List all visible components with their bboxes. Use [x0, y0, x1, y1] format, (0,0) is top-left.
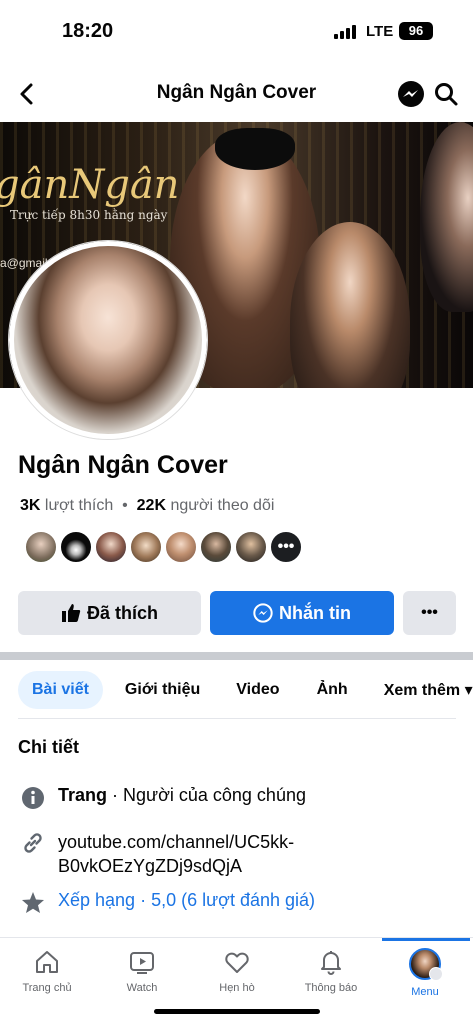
home-indicator	[154, 1009, 320, 1014]
friend-avatar[interactable]	[24, 530, 58, 564]
nav-watch[interactable]: Watch	[95, 948, 189, 994]
section-divider	[0, 652, 473, 660]
nav-home-label: Trang chủ	[22, 982, 72, 994]
info-icon	[22, 787, 44, 809]
friend-avatar[interactable]	[164, 530, 198, 564]
stats-separator: •	[117, 497, 133, 514]
dating-heart-icon	[225, 952, 249, 973]
message-label: Nhắn tin	[279, 602, 351, 623]
search-icon[interactable]	[433, 81, 459, 107]
top-header: Ngân Ngân Cover	[0, 74, 473, 114]
tab-photos[interactable]: Ảnh	[317, 671, 348, 709]
profile-tabs: Bài viết Giới thiệu Video Ảnh Xem thêm ▾	[18, 670, 473, 710]
battery-icon: 96	[399, 22, 433, 40]
friend-avatar[interactable]	[234, 530, 268, 564]
friend-avatar[interactable]	[94, 530, 128, 564]
category-type: Trang	[58, 785, 108, 805]
page-stats[interactable]: 3K lượt thích • 22K người theo dõi	[20, 497, 274, 515]
followers-count: 22K	[136, 497, 167, 514]
likes-count: 3K	[20, 497, 41, 514]
followers-label: người theo dõi	[170, 497, 275, 514]
nav-menu-label: Menu	[411, 986, 439, 998]
nav-dating[interactable]: Hẹn hò	[190, 948, 284, 994]
channel-link[interactable]: youtube.com/channel/UC5kk-B0vkOEzYgZDj9s…	[58, 830, 388, 878]
status-time: 18:20	[62, 20, 114, 42]
tab-see-more[interactable]: Xem thêm ▾	[384, 671, 473, 709]
menu-avatar	[409, 948, 443, 981]
action-buttons: Đã thích Nhắn tin •••	[18, 591, 456, 635]
category-name: · Người của công chúng	[107, 785, 306, 805]
active-tab-indicator	[382, 938, 470, 941]
nav-dating-label: Hẹn hò	[219, 982, 255, 994]
watch-icon	[130, 952, 154, 974]
tabs-divider	[18, 718, 456, 719]
profile-avatar[interactable]	[9, 241, 207, 439]
messenger-icon	[253, 603, 273, 623]
thumbs-up-icon	[61, 604, 81, 622]
signal-icon	[334, 25, 356, 39]
friend-avatar[interactable]	[59, 530, 93, 564]
nav-notifications-label: Thông báo	[304, 982, 358, 994]
tab-video[interactable]: Video	[236, 671, 279, 709]
friend-avatar[interactable]	[129, 530, 163, 564]
tab-posts[interactable]: Bài viết	[18, 671, 103, 709]
network-type: LTE	[366, 23, 394, 40]
details-heading: Chi tiết	[18, 737, 79, 757]
home-icon	[36, 951, 58, 973]
detail-category: Trang · Người của công chúng	[20, 785, 306, 811]
nav-home[interactable]: Trang chủ	[0, 948, 94, 994]
likes-label: lượt thích	[44, 497, 114, 514]
messenger-icon[interactable]	[396, 79, 426, 109]
tab-about[interactable]: Giới thiệu	[125, 671, 200, 709]
cover-brand-text: gânNgân	[0, 162, 180, 208]
star-icon	[22, 892, 44, 913]
nav-watch-label: Watch	[126, 982, 158, 994]
more-friends-button[interactable]: •••	[269, 530, 303, 564]
nav-menu[interactable]: Menu	[378, 948, 472, 998]
cover-subtitle: Trực tiếp 8h30 hằng ngày	[10, 208, 168, 222]
message-button[interactable]: Nhắn tin	[210, 591, 394, 635]
detail-rating[interactable]: Xếp hạng · 5,0 (6 lượt đánh giá)	[20, 890, 315, 916]
cover-bow	[215, 128, 295, 170]
rating-text[interactable]: Xếp hạng · 5,0 (6 lượt đánh giá)	[58, 890, 315, 911]
more-options-button[interactable]: •••	[403, 591, 456, 635]
friends-who-like[interactable]: •••	[24, 530, 304, 564]
liked-label: Đã thích	[86, 602, 158, 623]
detail-link[interactable]: youtube.com/channel/UC5kk-B0vkOEzYgZDj9s…	[20, 830, 388, 878]
page-name: Ngân Ngân Cover	[18, 451, 228, 479]
bell-icon	[321, 951, 341, 975]
friend-avatar[interactable]	[199, 530, 233, 564]
link-icon	[24, 833, 42, 853]
menu-badge-icon	[429, 967, 443, 981]
liked-button[interactable]: Đã thích	[18, 591, 201, 635]
status-bar: 18:20 LTE 96	[0, 0, 473, 62]
nav-notifications[interactable]: Thông báo	[284, 948, 378, 994]
